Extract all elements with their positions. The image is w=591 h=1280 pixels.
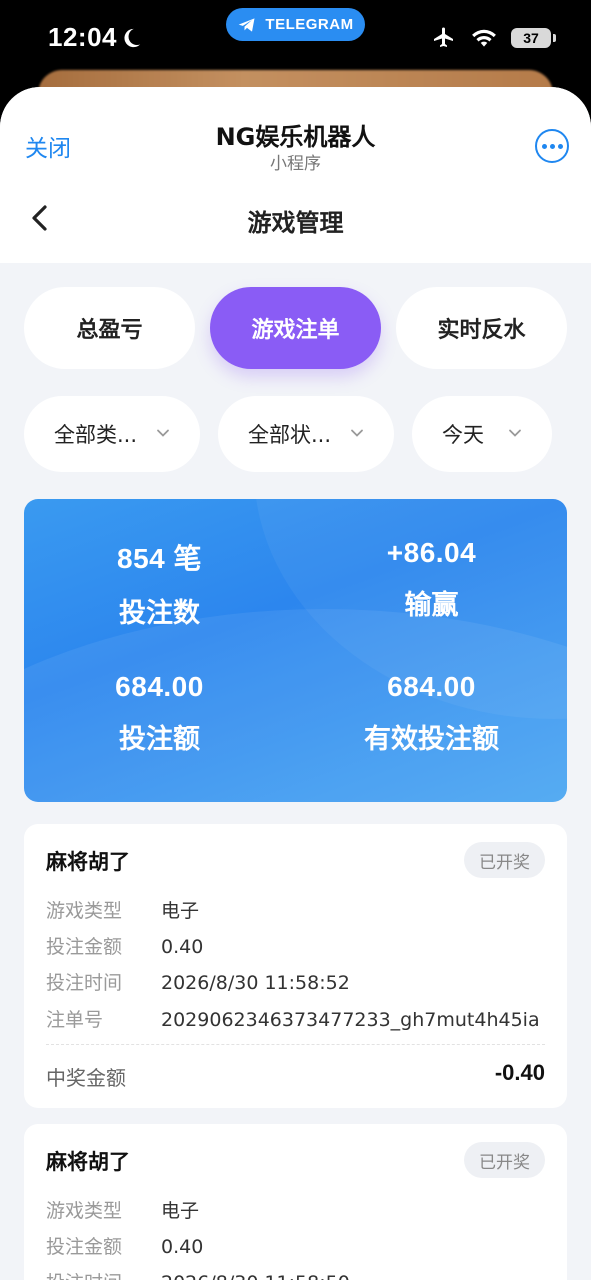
order-row-bet-time: 投注时间2026/8/30 11:58:50 bbox=[46, 1268, 350, 1280]
order-game-title: 麻将胡了 bbox=[46, 850, 130, 874]
order-row-bet-amount: 投注金额 0.40 bbox=[46, 1232, 203, 1259]
stat-valid-bet-label: 有效投注额 bbox=[364, 724, 499, 755]
value-order-no[interactable]: 2029062346373477233_gh7mut4h45ia bbox=[161, 1009, 540, 1031]
mini-app-sheet: 关闭 NG娱乐机器人 小程序 游戏管理 总盈亏 游戏注单 实时反水 全部类...… bbox=[0, 87, 591, 1280]
value-bet-time: 2026/8/30 11:58:50 bbox=[161, 1272, 350, 1280]
order-card[interactable]: 麻将胡了 已开奖 游戏类型 电子 投注金额 0.40 投注时间 2026/8/30 1… bbox=[24, 824, 567, 1108]
order-row-game-type: 游戏类型 电子 bbox=[46, 1196, 199, 1223]
battery-indicator: 37 bbox=[511, 28, 556, 48]
divider bbox=[46, 1044, 545, 1045]
airplane-icon bbox=[434, 27, 453, 47]
value-bet-time: 2026/8/30 11:58:52 bbox=[161, 972, 350, 994]
label-game-type: 游戏类型 bbox=[46, 1200, 123, 1222]
filter-type-label: 全部类... bbox=[54, 423, 138, 447]
label-bet-amount: 投注金额 bbox=[46, 1236, 123, 1258]
status-time: 12:04 bbox=[48, 22, 117, 52]
label-prize-amount: 中奖金额 bbox=[46, 1066, 126, 1090]
value-bet-amount: 0.40 bbox=[161, 936, 204, 958]
wifi-icon bbox=[472, 29, 496, 47]
tab-bar: 总盈亏 游戏注单 实时反水 bbox=[24, 287, 567, 369]
stat-win-lose: +86.04 输赢 bbox=[296, 537, 567, 622]
stat-bet-amount: 684.00 投注额 bbox=[24, 671, 295, 756]
order-row-game-type: 游戏类型 电子 bbox=[46, 896, 199, 923]
order-card[interactable]: 麻将胡了 已开奖 游戏类型 电子 投注金额 0.40 投注时间2026/8/30 1… bbox=[24, 1124, 567, 1280]
status-bar: 12:04 TELEGRAM 37 bbox=[0, 0, 591, 80]
page-title: 游戏管理 bbox=[247, 209, 344, 237]
stat-win-lose-value: +86.04 bbox=[386, 537, 477, 568]
value-bet-amount: 0.40 bbox=[161, 1236, 204, 1258]
filter-date-label: 今天 bbox=[442, 423, 484, 447]
stats-card: 854 笔 投注数 +86.04 输赢 684.00 投注额 684.00 有效… bbox=[24, 499, 567, 802]
moon-icon bbox=[124, 28, 141, 48]
status-badge: 已开奖 bbox=[464, 1142, 545, 1178]
filter-status-label: 全部状... bbox=[248, 423, 332, 447]
chevron-down-icon bbox=[509, 429, 521, 437]
label-game-type: 游戏类型 bbox=[46, 900, 123, 922]
label-bet-amount: 投注金额 bbox=[46, 936, 123, 958]
mini-app-header: 关闭 NG娱乐机器人 小程序 bbox=[0, 87, 591, 177]
label-order-no: 注单号 bbox=[46, 1009, 104, 1031]
stat-bet-amount-value: 684.00 bbox=[115, 671, 204, 702]
stat-bet-count: 854 笔 投注数 bbox=[24, 537, 295, 630]
telegram-pill[interactable]: TELEGRAM bbox=[226, 8, 365, 41]
telegram-label: TELEGRAM bbox=[265, 16, 354, 33]
tab-total-profit[interactable]: 总盈亏 bbox=[24, 287, 195, 369]
label-bet-time: 投注时间 bbox=[46, 1268, 161, 1280]
stat-bet-count-value: 854 笔 bbox=[117, 543, 202, 574]
stat-valid-bet-value: 684.00 bbox=[387, 671, 476, 702]
value-game-type: 电子 bbox=[161, 1200, 200, 1222]
stat-win-lose-label: 输赢 bbox=[404, 590, 459, 621]
order-row-bet-time: 投注时间 2026/8/30 11:58:52 bbox=[46, 968, 350, 995]
label-bet-time: 投注时间 bbox=[46, 972, 123, 994]
value-game-type: 电子 bbox=[161, 900, 200, 922]
value-prize-amount: -0.40 bbox=[494, 1060, 545, 1085]
more-options-icon[interactable] bbox=[535, 129, 569, 163]
status-badge: 已开奖 bbox=[464, 842, 545, 878]
filter-type[interactable]: 全部类... bbox=[24, 396, 200, 472]
tab-game-orders[interactable]: 游戏注单 bbox=[210, 287, 381, 369]
order-row-bet-amount: 投注金额 0.40 bbox=[46, 932, 203, 959]
status-icons: 37 bbox=[431, 26, 556, 50]
nav-bar: 游戏管理 bbox=[0, 177, 591, 263]
telegram-icon bbox=[239, 17, 255, 32]
filter-date[interactable]: 今天 bbox=[412, 396, 552, 472]
stat-bet-amount-label: 投注额 bbox=[119, 724, 200, 755]
chevron-down-icon bbox=[157, 429, 169, 437]
stat-valid-bet: 684.00 有效投注额 bbox=[296, 671, 567, 756]
stat-bet-count-label: 投注数 bbox=[119, 598, 200, 629]
filter-status[interactable]: 全部状... bbox=[218, 396, 394, 472]
mini-app-title: NG娱乐机器人 bbox=[215, 123, 376, 151]
chevron-down-icon bbox=[351, 429, 363, 437]
tab-realtime-rebate[interactable]: 实时反水 bbox=[396, 287, 567, 369]
order-row-order-no: 注单号 2029062346373477233_gh7mut4h45ia bbox=[46, 1005, 540, 1032]
filter-bar: 全部类... 全部状... 今天 bbox=[24, 396, 567, 472]
order-game-title: 麻将胡了 bbox=[46, 1150, 130, 1174]
mini-app-subtitle: 小程序 bbox=[270, 154, 321, 174]
